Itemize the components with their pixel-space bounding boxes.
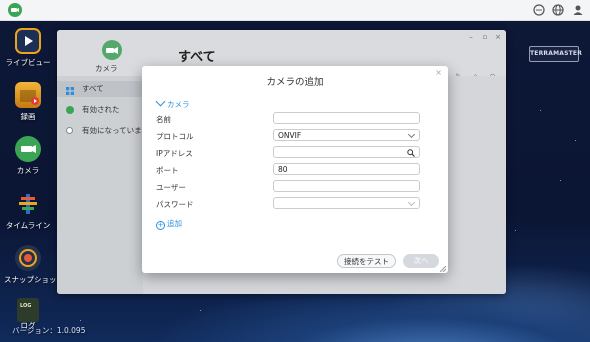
ip-address-field[interactable] [273,146,420,158]
camera-icon [15,136,41,162]
disabled-circle-icon [66,127,73,134]
add-camera-dialog: カメラの追加 × カメラ 名前 プロトコル ONVIF IPアドレス ポート 8… [142,66,448,273]
add-label: 追加 [167,219,182,228]
globe-icon[interactable] [552,4,564,16]
password-label: パスワード [156,200,194,209]
dock-timeline[interactable]: タイムライン [4,191,52,231]
maximize-icon[interactable]: ▫ [481,33,489,41]
dock-label: ライブビュー [5,58,51,67]
password-field[interactable] [273,197,420,209]
protocol-value: ONVIF [278,131,302,140]
dock-live-view[interactable]: ライブビュー [4,28,52,68]
dock-label: スナップショット [4,275,64,284]
sidebar-item-disabled[interactable]: 有効になっていません [57,123,143,139]
protocol-select[interactable]: ONVIF [273,129,420,141]
snapshot-icon [15,245,41,271]
recording-icon [15,82,41,108]
log-icon: LOG [17,298,39,322]
sidebar-item-label: すべて [82,84,104,93]
search-icon[interactable] [407,149,415,161]
resize-handle-icon[interactable] [439,265,447,273]
plus-icon: + [156,221,165,230]
sidebar-item-all[interactable]: すべて [57,81,143,97]
port-label: ポート [156,166,179,175]
test-connection-button[interactable]: 接続をテスト [337,254,396,268]
dock-label: タイムライン [5,221,51,230]
section-label: カメラ [167,100,190,109]
terramaster-logo: TERRAMASTER [529,46,582,62]
dock-label: カメラ [16,166,40,175]
chevron-down-icon [407,130,416,139]
sidebar-item-label: 有効になっていません [82,126,143,135]
sidebar-item-label: 有効された [82,105,120,114]
user-field[interactable] [273,180,420,192]
check-circle-icon [66,106,74,114]
app-logo-icon[interactable] [8,3,22,17]
name-label: 名前 [156,115,171,124]
close-icon[interactable]: × [435,68,442,77]
camera-app-logo-icon [102,40,122,60]
name-field[interactable] [273,112,420,124]
grid-icon [66,85,74,95]
dock-label: 録画 [20,112,36,121]
top-bar [0,0,590,21]
app-logo-label: カメラ [95,64,118,73]
dock-camera[interactable]: カメラ [4,136,52,176]
port-field[interactable]: 80 [273,163,420,175]
dialog-title: カメラの追加 [266,77,324,88]
user-icon[interactable] [572,4,584,16]
version-text: バージョン：1.0.095 [12,326,86,335]
add-button[interactable]: + 追加 [156,218,182,230]
chevron-down-icon [155,96,166,107]
page-title: すべて [178,50,216,65]
camera-section-toggle[interactable]: カメラ [155,96,190,110]
timeline-icon [15,191,41,217]
minimize-icon[interactable]: – [467,33,475,41]
log-badge: LOG [20,303,32,309]
close-icon[interactable]: × [494,33,502,41]
app-sidebar: すべて 有効された 有効になっていません [57,76,143,294]
ip-address-label: IPアドレス [156,149,193,158]
dock-snapshot[interactable]: スナップショット [4,245,64,285]
message-icon[interactable] [533,4,545,16]
protocol-label: プロトコル [156,132,194,141]
dock-recording[interactable]: 録画 [4,82,52,122]
user-label: ユーザー [156,183,186,192]
live-view-icon [15,28,41,54]
chevron-down-icon [407,198,416,207]
next-button[interactable]: 次へ [403,254,439,268]
sidebar-item-enabled[interactable]: 有効された [57,102,143,118]
